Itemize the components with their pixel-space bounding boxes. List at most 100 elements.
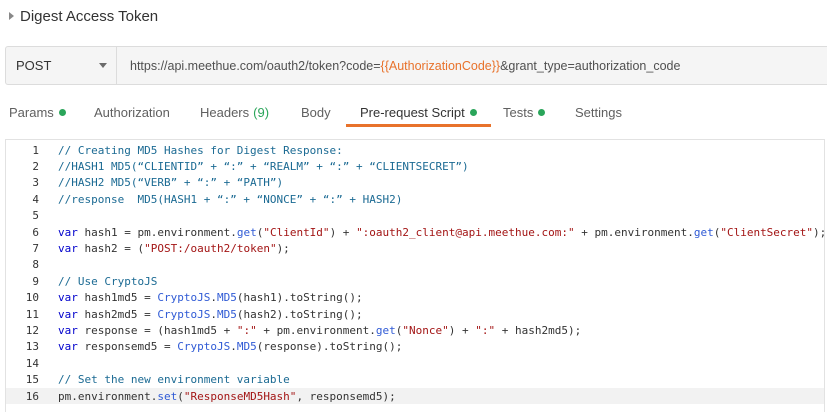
code-line[interactable]: 11 var hash2md5 = CryptoJS.MD5(hash2).toS… xyxy=(6,306,824,322)
code-line[interactable]: 13 var responsemd5 = CryptoJS.MD5(respons… xyxy=(6,339,824,355)
line-number: 15 xyxy=(25,373,39,387)
code-text: var hash1 = pm.environment.get("ClientId… xyxy=(39,225,825,239)
line-number: 13 xyxy=(25,340,39,354)
code-token: "Nonce" xyxy=(402,323,449,337)
line-number: 3 xyxy=(32,176,39,190)
code-line[interactable]: 14 xyxy=(6,355,824,371)
code-line[interactable]: 12 var response = (hash1md5 + ":" + pm.en… xyxy=(6,322,824,338)
tab-label: Headers xyxy=(200,105,250,120)
tab-label: Tests xyxy=(503,105,534,120)
line-number: 14 xyxy=(25,356,39,370)
code-text: pm.environment.set("ResponseMD5Hash", re… xyxy=(39,390,396,403)
code-token: get xyxy=(693,225,714,239)
code-token: ) + xyxy=(448,323,476,337)
code-token: "POST:/oauth2/token" xyxy=(144,242,277,256)
code-token: //HASH1 MD5(“CLIENTID” + “:” + “REALM” +… xyxy=(58,160,469,174)
tab-pre-request-script[interactable]: Pre-request Script xyxy=(346,96,491,128)
code-token: // Set the new environment variable xyxy=(58,373,290,387)
code-line[interactable]: 7 var hash2 = ("POST:/oauth2/token"); xyxy=(6,240,824,256)
code-line[interactable]: 1 // Creating MD5 Hashes for Digest Respo… xyxy=(6,142,824,158)
url-text: https://api.meethue.com/oauth2/token?cod… xyxy=(130,58,381,73)
line-number: 8 xyxy=(32,258,39,272)
code-token: var xyxy=(58,291,78,305)
tab-headers[interactable]: Headers (9) xyxy=(200,96,269,128)
code-line[interactable]: 2 //HASH1 MD5(“CLIENTID” + “:” + “REALM” … xyxy=(6,158,824,174)
status-dot-icon xyxy=(469,109,477,116)
line-number: 5 xyxy=(32,209,39,223)
code-line[interactable]: 16 pm.environment.set("ResponseMD5Hash", … xyxy=(6,387,824,405)
code-token: + hash2md5); xyxy=(495,323,582,337)
code-token: get xyxy=(236,225,257,239)
code-text: // Creating MD5 Hashes for Digest Respon… xyxy=(39,144,343,157)
code-text: // Use CryptoJS xyxy=(39,275,157,288)
method-label: POST xyxy=(16,58,52,73)
code-token: ); xyxy=(813,225,825,239)
line-number: 1 xyxy=(32,143,39,157)
code-text: var hash2md5 = CryptoJS.MD5(hash2).toStr… xyxy=(39,308,363,321)
url-input[interactable]: https://api.meethue.com/oauth2/token?cod… xyxy=(117,46,827,85)
code-token: ); xyxy=(276,242,290,256)
code-token: . xyxy=(230,340,237,354)
script-editor[interactable]: 1 // Creating MD5 Hashes for Digest Respo… xyxy=(5,139,825,412)
code-token: hash2md5 = xyxy=(77,307,158,321)
line-number: 12 xyxy=(25,323,39,337)
tab-body[interactable]: Body xyxy=(301,96,331,128)
code-token: (hash1).toString(); xyxy=(236,291,363,305)
request-title-bar[interactable]: Digest Access Token xyxy=(0,0,827,32)
code-token: responsemd5 = xyxy=(77,340,178,354)
code-text: //response MD5(HASH1 + “:” + “NONCE” + “… xyxy=(39,193,402,206)
code-token: . xyxy=(210,307,217,321)
tab-count-badge: (9) xyxy=(253,105,270,120)
tab-label: Authorization xyxy=(94,105,170,120)
code-token: var xyxy=(58,225,78,239)
line-number: 9 xyxy=(32,274,39,288)
code-token: get xyxy=(375,323,396,337)
code-token: hash1md5 = xyxy=(77,291,158,305)
code-token: var xyxy=(58,307,78,321)
code-line[interactable]: 8 xyxy=(6,257,824,273)
request-row: POST https://api.meethue.com/oauth2/toke… xyxy=(5,46,827,85)
code-token: (hash2).toString(); xyxy=(236,307,363,321)
code-token: MD5 xyxy=(216,291,237,305)
status-dot-icon xyxy=(58,109,66,116)
tab-label: Pre-request Script xyxy=(360,105,465,120)
code-token: ( xyxy=(177,389,184,403)
method-select[interactable]: POST xyxy=(5,46,117,85)
tab-settings[interactable]: Settings xyxy=(575,96,622,128)
code-token: . xyxy=(210,291,217,305)
code-token: // Use CryptoJS xyxy=(58,274,158,288)
code-line[interactable]: 10 var hash1md5 = CryptoJS.MD5(hash1).toS… xyxy=(6,290,824,306)
tab-authorization[interactable]: Authorization xyxy=(94,96,170,128)
code-text: //HASH2 MD5(“VERB” + “:” + “PATH”) xyxy=(39,176,283,189)
code-token: ":" xyxy=(236,323,257,337)
code-token: , responsemd5); xyxy=(296,389,396,403)
line-number: 6 xyxy=(32,225,39,239)
code-token: hash1 = pm.environment. xyxy=(77,225,237,239)
code-line[interactable]: 6 var hash1 = pm.environment.get("ClientI… xyxy=(6,224,824,240)
request-name[interactable]: Digest Access Token xyxy=(20,8,158,25)
code-line[interactable]: 15 // Set the new environment variable xyxy=(6,371,824,387)
code-line[interactable]: 9 // Use CryptoJS xyxy=(6,273,824,289)
line-number: 4 xyxy=(32,192,39,206)
code-text: var responsemd5 = CryptoJS.MD5(response)… xyxy=(39,340,402,353)
code-line[interactable]: 3 //HASH2 MD5(“VERB” + “:” + “PATH”) xyxy=(6,175,824,191)
code-token: response = (hash1md5 + xyxy=(77,323,237,337)
chevron-down-icon[interactable] xyxy=(99,63,107,68)
tab-tests[interactable]: Tests xyxy=(503,96,546,128)
code-line[interactable]: 5 xyxy=(6,208,824,224)
url-text: &grant_type=authorization_code xyxy=(500,58,681,73)
tab-params[interactable]: Params xyxy=(9,96,66,128)
active-tab-indicator xyxy=(346,124,491,127)
line-number: 11 xyxy=(25,307,39,321)
code-token: CryptoJS xyxy=(157,307,211,321)
line-number: 7 xyxy=(32,242,39,256)
code-line[interactable]: 4 //response MD5(HASH1 + “:” + “NONCE” + … xyxy=(6,191,824,207)
caret-right-icon[interactable] xyxy=(9,12,14,20)
code-token: + pm.environment. xyxy=(256,323,376,337)
code-token: var xyxy=(58,323,78,337)
tab-label: Body xyxy=(301,105,331,120)
code-text: var hash1md5 = CryptoJS.MD5(hash1).toStr… xyxy=(39,291,363,304)
code-token: CryptoJS xyxy=(157,291,211,305)
tab-label: Settings xyxy=(575,105,622,120)
request-tabs: Params Authorization Headers (9) Body Pre-req… xyxy=(0,96,827,128)
